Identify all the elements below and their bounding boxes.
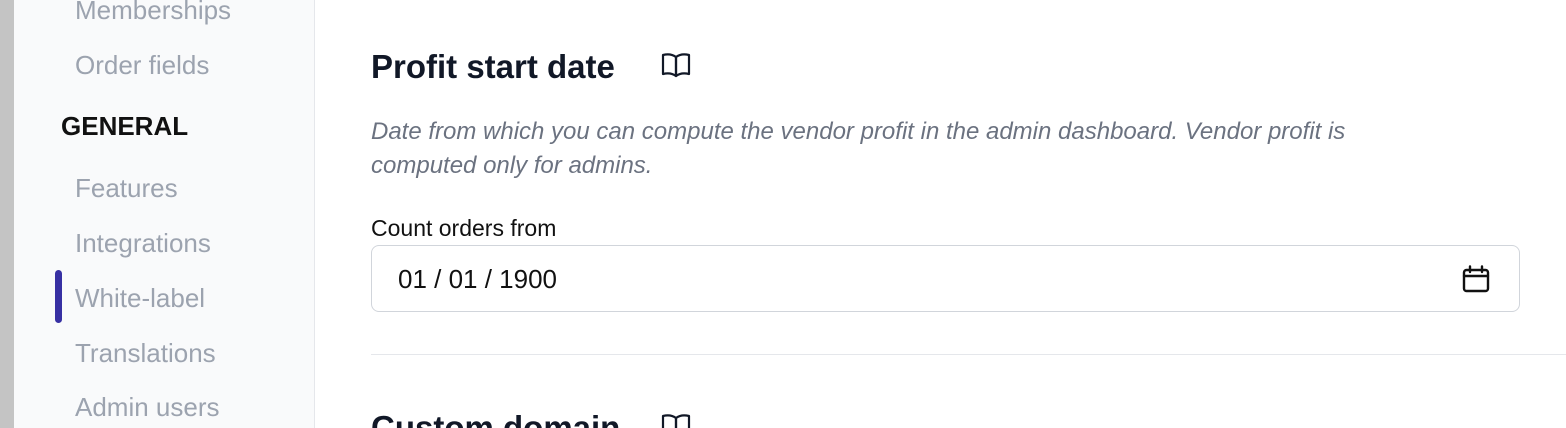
book-open-icon[interactable] <box>661 51 691 79</box>
sidebar-item-white-label[interactable]: White-label <box>75 282 205 314</box>
date-value[interactable]: 01 / 01 / 1900 <box>398 263 557 295</box>
calendar-icon[interactable] <box>1461 264 1491 294</box>
sidebar-section-general: GENERAL <box>61 111 189 141</box>
section-title-profit-start-date: Profit start date <box>371 48 615 85</box>
main-content: Profit start date Date from which you ca… <box>316 0 1566 428</box>
section-divider <box>371 354 1566 355</box>
sidebar-item-memberships[interactable]: Memberships <box>75 0 231 26</box>
section-title-custom-domain: Custom domain <box>371 409 621 428</box>
sidebar-item-admin-users[interactable]: Admin users <box>75 391 220 423</box>
sidebar-item-features[interactable]: Features <box>75 172 178 204</box>
sidebar-item-translations[interactable]: Translations <box>75 337 216 369</box>
count-orders-date-input[interactable]: 01 / 01 / 1900 <box>371 245 1520 312</box>
window-edge <box>0 0 14 428</box>
active-indicator <box>55 270 62 323</box>
section-description: Date from which you can compute the vend… <box>371 118 1346 179</box>
sidebar-item-order-fields[interactable]: Order fields <box>75 49 209 81</box>
count-orders-label: Count orders from <box>371 215 557 241</box>
app-root: Memberships Order fields GENERAL Feature… <box>0 0 1566 428</box>
settings-sidebar: Memberships Order fields GENERAL Feature… <box>14 0 315 428</box>
sidebar-item-integrations[interactable]: Integrations <box>75 227 211 259</box>
book-open-icon[interactable] <box>661 412 691 428</box>
